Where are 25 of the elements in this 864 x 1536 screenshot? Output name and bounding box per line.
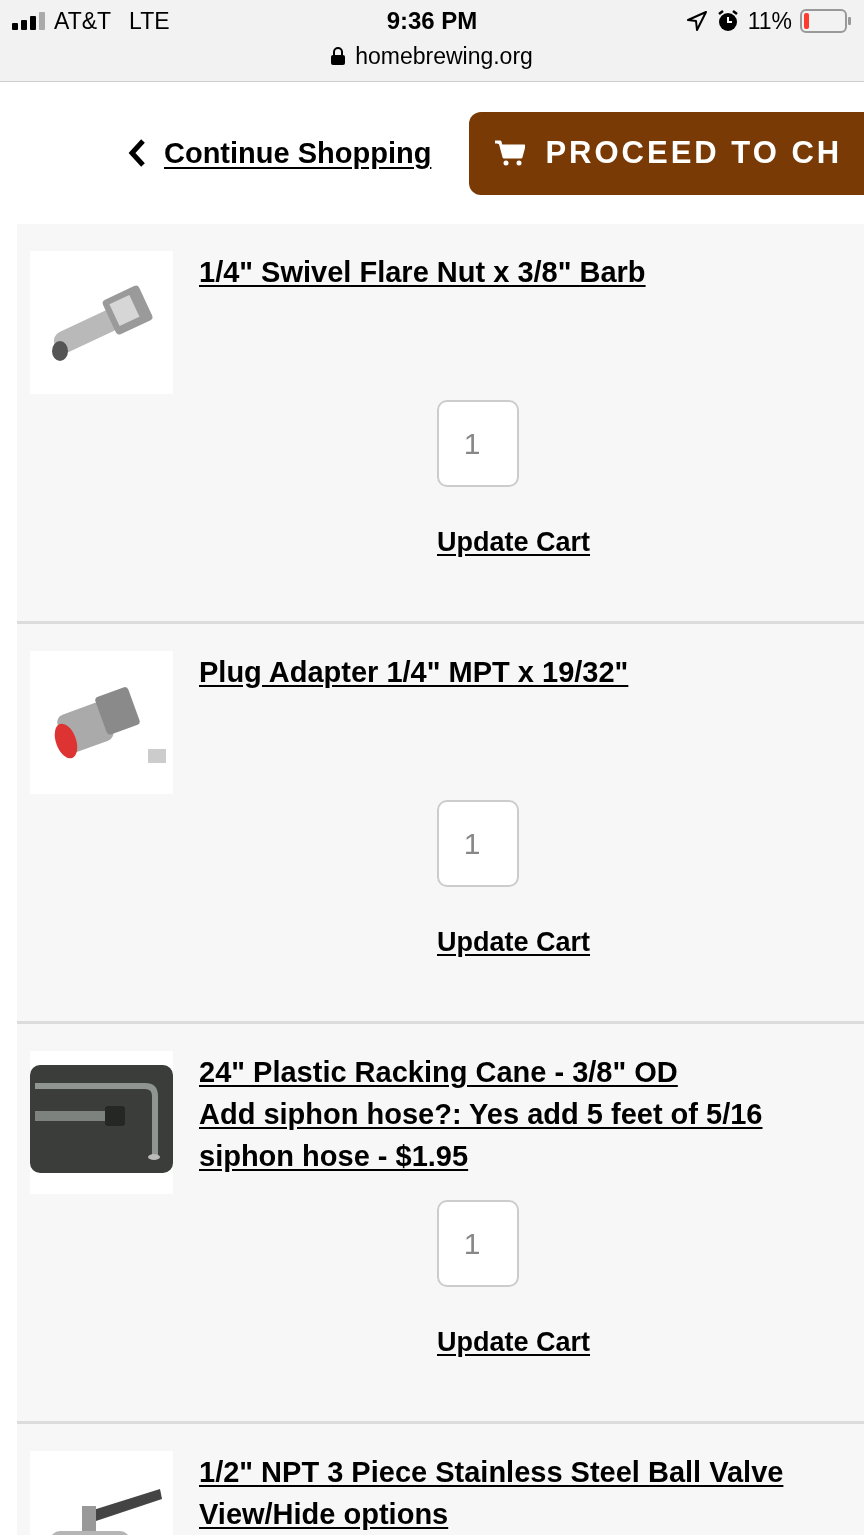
chevron-left-icon (128, 138, 146, 168)
network-type: LTE (129, 7, 170, 35)
battery-percent: 11% (747, 7, 792, 35)
proceed-to-checkout-button[interactable]: PROCEED TO CH (469, 111, 864, 195)
cart-icon (495, 140, 526, 166)
signal-icon (12, 12, 46, 30)
product-link[interactable]: 1/2" NPT 3 Piece Stainless Steel Ball Valve (199, 1451, 784, 1493)
carrier-name: AT&T (54, 7, 112, 35)
clock-time: 9:36 PM (386, 7, 478, 35)
product-link[interactable]: Plug Adapter 1/4" MPT x 19/32" (199, 651, 629, 693)
product-link[interactable]: Add siphon hose?: Yes add 5 feet of 5/16 siphon hose - $1.95 (199, 1093, 844, 1177)
update-cart-link[interactable]: Update Cart (437, 925, 591, 959)
quantity-field[interactable]: 1 (437, 1200, 519, 1287)
quantity-field[interactable]: 1 (437, 400, 519, 487)
update-cart-link[interactable]: Update Cart (437, 1325, 591, 1359)
battery-icon (800, 9, 852, 33)
product-link[interactable]: 24" Plastic Racking Cane - 3/8" OD (199, 1051, 844, 1093)
lock-icon (331, 47, 346, 65)
product-link[interactable]: View/Hide options (199, 1493, 784, 1535)
product-link[interactable]: 1/4" Swivel Flare Nut x 3/8" Barb (199, 251, 646, 293)
url-text[interactable]: homebrewing.org (355, 42, 533, 70)
quantity-field[interactable]: 1 (437, 800, 519, 887)
location-arrow-icon (685, 10, 708, 32)
continue-shopping-link[interactable]: Continue Shopping (128, 133, 432, 173)
update-cart-link[interactable]: Update Cart (437, 525, 591, 559)
